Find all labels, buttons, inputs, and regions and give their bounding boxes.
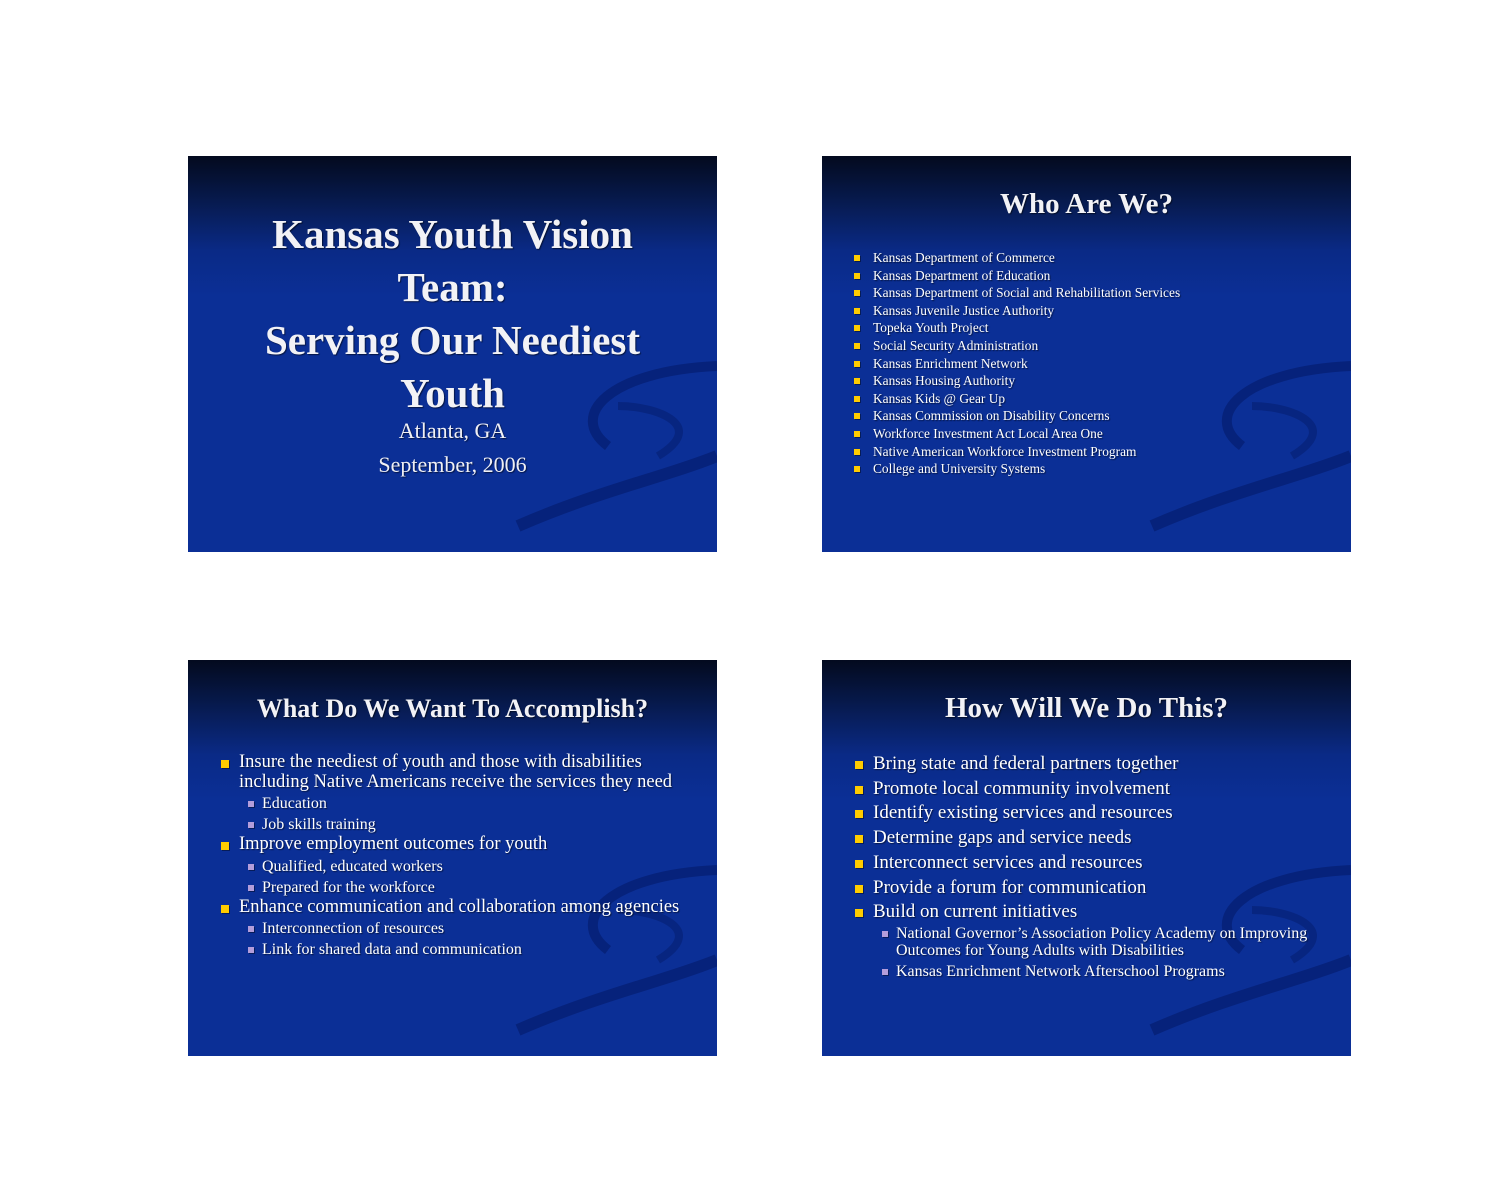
list-item: Social Security Administration [854, 337, 1343, 355]
title-line: Serving Our Neediest [264, 317, 641, 363]
list-item: Kansas Kids @ Gear Up [854, 390, 1343, 408]
list-item: Kansas Enrichment Network [854, 355, 1343, 373]
goal-subitem: Prepared for the workforce [248, 877, 699, 898]
slide-how-will-we: How Will We Do This? Bring state and fed… [822, 660, 1351, 1056]
subtitle-location: Atlanta, GA [398, 418, 507, 443]
slide-what-do-we-want: What Do We Want To Accomplish? Insure th… [188, 660, 717, 1056]
slide-title: Kansas Youth Vision Team: Serving Our Ne… [188, 156, 717, 552]
actions-list: Bring state and federal partners togethe… [855, 752, 1343, 984]
list-item: Kansas Housing Authority [854, 372, 1343, 390]
slide-title-heading: Kansas Youth Vision Team: Serving Our Ne… [188, 208, 717, 420]
list-item: Kansas Department of Education [854, 267, 1343, 285]
goal-item: Improve employment outcomes for youth [221, 834, 699, 856]
action-item: Bring state and federal partners togethe… [855, 752, 1343, 777]
action-item: Identify existing services and resources [855, 801, 1343, 826]
action-subitem: National Governor’s Association Policy A… [882, 925, 1343, 963]
action-item: Determine gaps and service needs [855, 826, 1343, 851]
list-item: Kansas Department of Commerce [854, 249, 1343, 267]
action-item: Promote local community involvement [855, 777, 1343, 802]
goal-item: Insure the neediest of youth and those w… [221, 752, 699, 793]
goal-item: Enhance communication and collaboration … [221, 897, 699, 919]
action-item: Provide a forum for communication [855, 876, 1343, 901]
subtitle-date: September, 2006 [378, 452, 527, 477]
title-line: Kansas Youth Vision [272, 211, 633, 257]
list-item: Workforce Investment Act Local Area One [854, 425, 1343, 443]
list-item: Native American Workforce Investment Pro… [854, 443, 1343, 461]
goal-subitem: Link for shared data and communication [248, 939, 699, 960]
title-line: Team: [397, 264, 508, 310]
action-item: Build on current initiatives [855, 900, 1343, 925]
goals-list: Insure the neediest of youth and those w… [221, 752, 699, 960]
action-item: Interconnect services and resources [855, 851, 1343, 876]
goal-subitem: Education [248, 793, 699, 814]
title-line: Youth [400, 370, 505, 416]
list-item: Topeka Youth Project [854, 319, 1343, 337]
list-item: Kansas Commission on Disability Concerns [854, 407, 1343, 425]
action-subitem: Kansas Enrichment Network Afterschool Pr… [882, 963, 1343, 984]
list-item: Kansas Juvenile Justice Authority [854, 302, 1343, 320]
list-item: Kansas Department of Social and Rehabili… [854, 284, 1343, 302]
agency-list: Kansas Department of Commerce Kansas Dep… [854, 249, 1343, 478]
slide-who-are-we: Who Are We? Kansas Department of Commerc… [822, 156, 1351, 552]
slide-heading: How Will We Do This? [944, 692, 1229, 724]
goal-subitem: Job skills training [248, 814, 699, 835]
goal-subitem: Qualified, educated workers [248, 856, 699, 877]
slide-heading: What Do We Want To Accomplish? [256, 694, 649, 723]
slide-heading: Who Are We? [1000, 188, 1173, 220]
goal-subitem: Interconnection of resources [248, 918, 699, 939]
list-item: College and University Systems [854, 460, 1343, 478]
